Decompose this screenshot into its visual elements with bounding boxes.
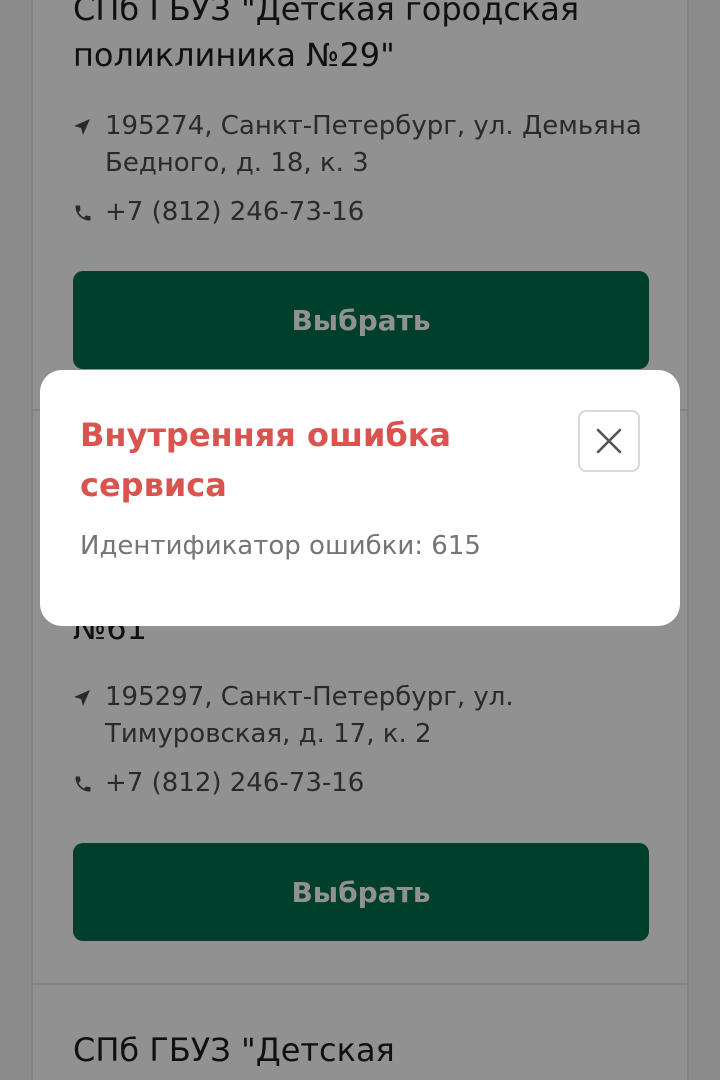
- error-dialog: Внутренняя ошибка сервиса Идентификатор …: [40, 370, 680, 626]
- close-button[interactable]: [578, 410, 640, 472]
- error-title: Внутренняя ошибка сервиса: [80, 416, 452, 504]
- error-id-text: Идентификатор ошибки: 615: [80, 531, 481, 561]
- close-icon: [596, 428, 622, 454]
